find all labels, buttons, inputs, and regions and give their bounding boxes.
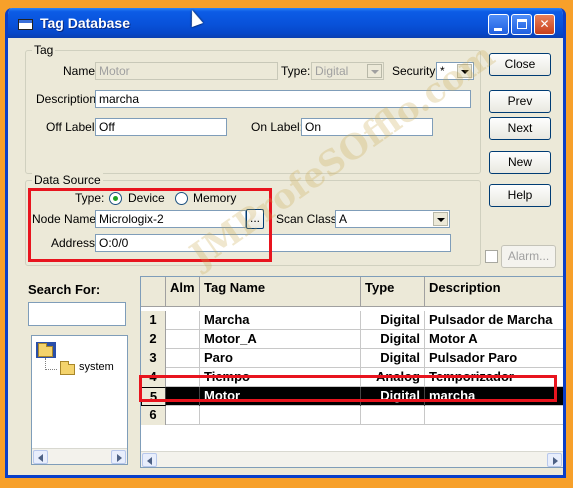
row-number: 6 <box>141 406 166 425</box>
maximize-button[interactable] <box>511 14 532 35</box>
maximize-icon <box>517 19 527 29</box>
close-button[interactable]: Close <box>489 53 551 76</box>
title-bar[interactable]: Tag Database ✕ <box>8 8 563 38</box>
search-input[interactable] <box>28 302 126 326</box>
column-header-type[interactable]: Type <box>361 277 425 307</box>
scan-class-label: Scan Class: <box>276 212 341 226</box>
type-cell[interactable] <box>361 406 425 425</box>
tag-name-cell[interactable] <box>200 406 361 425</box>
tree-scrollbar[interactable] <box>32 448 127 464</box>
on-label-label: On Label: <box>251 120 304 134</box>
alm-cell[interactable] <box>166 349 200 368</box>
type-cell[interactable]: Digital <box>361 311 425 330</box>
column-header-alm[interactable]: Alm <box>166 277 200 307</box>
off-label-field[interactable]: Off <box>95 118 227 136</box>
description-field[interactable]: marcha <box>95 90 471 108</box>
grid-header: Alm Tag Name Type Description <box>141 277 563 307</box>
tag-grid[interactable]: Alm Tag Name Type Description 1 Marcha D… <box>140 276 563 468</box>
column-header-description[interactable]: Description <box>425 277 563 307</box>
root-node[interactable] <box>36 342 56 358</box>
off-label-label: Off Label: <box>46 120 98 134</box>
scan-class-value: A <box>339 212 348 226</box>
scroll-left-icon[interactable] <box>142 453 157 467</box>
column-header-tag-name[interactable]: Tag Name <box>200 277 361 307</box>
security-label: Security: <box>392 64 439 78</box>
corner-header <box>141 277 166 307</box>
help-button[interactable]: Help <box>489 184 551 207</box>
security-value: * <box>440 64 445 78</box>
row-number: 3 <box>141 349 166 368</box>
chevron-down-icon <box>433 212 448 226</box>
folder-open-icon <box>38 343 53 357</box>
minimize-button[interactable] <box>488 14 509 35</box>
alarm-button[interactable]: Alarm... <box>501 245 556 268</box>
alarm-checkbox[interactable] <box>485 250 498 263</box>
description-cell[interactable]: Motor A <box>425 330 563 349</box>
tree-line <box>45 369 57 370</box>
search-label: Search For: <box>28 282 101 297</box>
prev-button[interactable]: Prev <box>489 90 551 113</box>
window-title: Tag Database <box>40 15 130 31</box>
grid-scrollbar[interactable] <box>141 451 563 467</box>
data-source-group-title: Data Source <box>32 173 103 187</box>
scroll-right-icon[interactable] <box>547 453 562 467</box>
chevron-down-icon <box>367 64 382 78</box>
row-number: 2 <box>141 330 166 349</box>
highlight-box-data-source <box>28 188 272 262</box>
description-label: Description: <box>36 92 100 106</box>
scroll-right-icon[interactable] <box>111 450 126 464</box>
tag-database-window: Tag Database ✕ Tag Name: Motor Type: Dig… <box>5 8 566 478</box>
alm-cell[interactable] <box>166 330 200 349</box>
security-select[interactable]: * <box>436 62 474 80</box>
folder-icon <box>60 361 75 375</box>
description-cell[interactable] <box>425 406 563 425</box>
on-label-field[interactable]: On <box>301 118 433 136</box>
row-number: 1 <box>141 311 166 330</box>
name-field[interactable]: Motor <box>95 62 278 80</box>
highlight-box-selected-row <box>139 375 557 402</box>
type-value: Digital <box>315 64 349 78</box>
alm-cell[interactable] <box>166 406 200 425</box>
tag-name-cell[interactable]: Paro <box>200 349 361 368</box>
tree-item-system[interactable]: system <box>79 361 114 373</box>
close-window-button[interactable]: ✕ <box>534 14 555 35</box>
tag-group-title: Tag <box>32 43 56 57</box>
type-label: Type: <box>281 64 311 78</box>
scroll-left-icon[interactable] <box>33 450 48 464</box>
chevron-down-icon <box>457 64 472 78</box>
table-row[interactable]: 6 <box>141 406 563 425</box>
tag-name-cell[interactable]: Marcha <box>200 311 361 330</box>
table-row[interactable]: 3 Paro Digital Pulsador Paro <box>141 349 563 368</box>
folder-tree[interactable]: system <box>31 335 128 465</box>
minimize-icon <box>494 28 502 31</box>
type-cell[interactable]: Digital <box>361 349 425 368</box>
description-cell[interactable]: Pulsador Paro <box>425 349 563 368</box>
table-row[interactable]: 2 Motor_A Digital Motor A <box>141 330 563 349</box>
alm-cell[interactable] <box>166 311 200 330</box>
window-icon <box>18 19 33 30</box>
name-label: Name: <box>63 64 99 78</box>
close-icon: ✕ <box>539 17 550 31</box>
new-button[interactable]: New <box>489 151 551 174</box>
type-select[interactable]: Digital <box>311 62 384 80</box>
table-row[interactable]: 1 Marcha Digital Pulsador de Marcha <box>141 311 563 330</box>
type-cell[interactable]: Digital <box>361 330 425 349</box>
tag-name-cell[interactable]: Motor_A <box>200 330 361 349</box>
next-button[interactable]: Next <box>489 117 551 140</box>
description-cell[interactable]: Pulsador de Marcha <box>425 311 563 330</box>
scan-class-select[interactable]: A <box>335 210 450 228</box>
